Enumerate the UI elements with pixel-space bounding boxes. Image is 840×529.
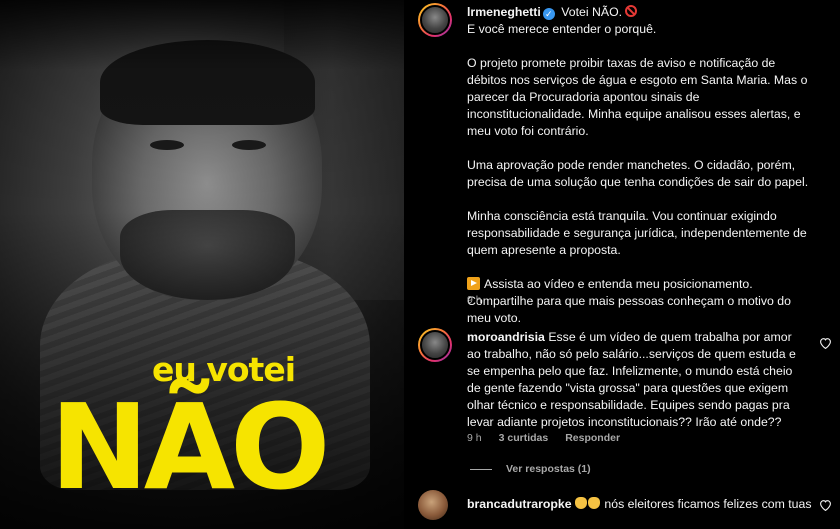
video-player[interactable]: eu votei NÃO [0,0,404,529]
clapping-hands-icon [587,497,600,509]
comment-likes[interactable]: 3 curtidas [499,432,549,444]
comment-text: Esse é um vídeo de quem trabalha por amo… [467,330,796,429]
comment-username[interactable]: brancadutraropke [467,497,572,511]
caption-paragraph: E você merece entender o porquê. [467,22,657,36]
comments-panel: lrmeneghetti ✓ Votei NÃO. E você merece e… [404,0,840,529]
author-avatar-image [420,5,450,35]
comment-username[interactable]: moroandrisia [467,330,545,344]
play-button-icon [467,277,480,290]
heart-icon[interactable] [819,337,832,349]
video-top-fade [0,0,404,70]
reply-button[interactable]: Responder [565,432,620,444]
comment: brancadutraropke nós eleitores ficamos f… [467,496,812,513]
caption-paragraph: Minha consciência está tranquila. Vou co… [467,209,807,257]
comment: moroandrisia Esse é um vídeo de quem tra… [467,329,797,431]
view-replies-button[interactable]: Ver respostas (1) [470,463,591,475]
caption-paragraph: Uma aprovação pode render manchetes. O c… [467,158,809,189]
comment-text: nós eleitores ficamos felizes com tuas [604,497,812,511]
view-replies-label: Ver respostas (1) [506,463,591,475]
no-entry-icon [625,5,638,17]
clapping-hands-icon [574,497,587,509]
caption-paragraph: O projeto promete proibir taxas de aviso… [467,56,808,138]
post-caption: lrmeneghetti ✓ Votei NÃO. E você merece e… [467,4,817,327]
post-viewer: eu votei NÃO lrmeneghetti ✓ Votei NÃO. E … [0,0,840,529]
commenter-avatar-image [420,330,450,360]
video-overlay-line2: NÃO [50,378,330,516]
post-title: Votei NÃO. [561,5,623,19]
commenter-avatar[interactable] [418,490,448,520]
caption-paragraph: Assista ao vídeo e entenda meu posiciona… [467,277,791,325]
heart-icon[interactable] [819,499,832,511]
replies-divider [470,468,492,470]
comment-meta: 9 h 3 curtidas Responder [467,432,620,444]
commenter-avatar-image [418,490,448,520]
post-time: 9 h [467,294,482,306]
commenter-avatar[interactable] [418,328,452,362]
author-username[interactable]: lrmeneghetti [467,5,541,19]
comment-time: 9 h [467,432,482,444]
author-avatar[interactable] [418,3,452,37]
verified-badge-icon: ✓ [542,8,555,20]
